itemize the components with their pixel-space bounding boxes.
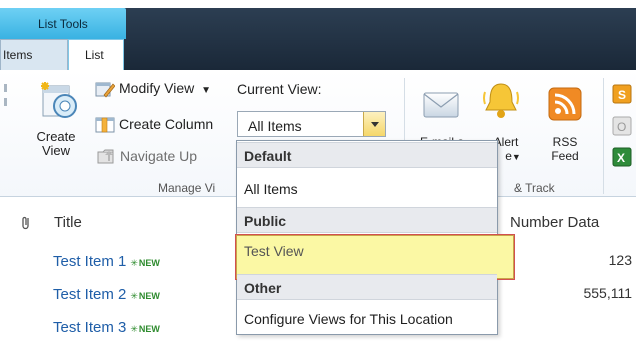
create-column-icon xyxy=(95,116,115,134)
create-column-label: Create Column xyxy=(119,116,214,132)
list-item-title[interactable]: Test Item 3 ✳NEW xyxy=(53,319,160,336)
create-view-icon[interactable] xyxy=(35,80,77,126)
view-option-test-view[interactable]: Test View xyxy=(235,234,515,280)
alert-me-label-line2: e▼ xyxy=(505,149,521,163)
create-view-label: Create View xyxy=(36,129,76,158)
current-view-dropdown: Default All Items Public Test View Other… xyxy=(235,140,515,335)
new-badge-icon: ✳ xyxy=(130,291,138,301)
current-view-value: All Items xyxy=(248,118,302,134)
section-header: Public xyxy=(244,213,287,229)
view-option-label: Test View xyxy=(244,243,304,259)
modify-view-label: Modify View xyxy=(119,80,195,96)
new-badge: NEW xyxy=(138,258,160,268)
rss-feed-button[interactable]: RSS Feed xyxy=(544,135,586,163)
new-badge: NEW xyxy=(138,291,160,301)
navigate-up-icon xyxy=(96,147,116,165)
view-option-label: All Items xyxy=(244,181,298,197)
export-excel-icon[interactable]: X xyxy=(612,147,632,167)
current-view-label: Current View: xyxy=(237,81,322,97)
view-option-configure-views[interactable]: Configure Views for This Location xyxy=(237,303,497,333)
email-link-icon[interactable] xyxy=(421,85,461,123)
view-option-all-items[interactable]: All Items xyxy=(237,173,497,203)
navigate-up-button: Navigate Up xyxy=(120,148,197,164)
context-tab-list-tools: List Tools xyxy=(0,8,126,39)
current-view-select[interactable]: All Items xyxy=(237,111,386,137)
svg-text:O: O xyxy=(617,120,626,134)
dropdown-section-default: Default xyxy=(237,142,497,168)
new-badge-icon: ✳ xyxy=(130,258,138,268)
column-header-number-data[interactable]: Number Data xyxy=(510,214,599,231)
number-cell: 555,111 xyxy=(583,285,632,301)
dropdown-arrow-icon[interactable] xyxy=(363,112,385,136)
navigate-up-label: Navigate Up xyxy=(120,148,198,164)
dropdown-section-public: Public xyxy=(237,207,497,233)
new-badge-icon: ✳ xyxy=(130,324,138,334)
tab-list-label: List xyxy=(85,48,104,62)
rss-feed-icon[interactable] xyxy=(547,86,583,122)
tab-items[interactable]: Items xyxy=(0,39,68,70)
sync-sharepoint-icon[interactable]: S xyxy=(612,84,632,104)
modify-view-icon xyxy=(95,80,116,98)
tab-items-label: Items xyxy=(3,48,33,62)
window-top-strip xyxy=(0,0,636,8)
svg-text:S: S xyxy=(618,88,626,102)
svg-text:X: X xyxy=(617,151,625,165)
new-badge: NEW xyxy=(138,324,160,334)
alert-me-icon[interactable] xyxy=(481,80,521,124)
rss-feed-label-line2: Feed xyxy=(551,149,579,163)
view-option-label: Configure Views for This Location xyxy=(244,311,453,327)
chevron-down-icon: ▼ xyxy=(511,152,521,162)
column-header-title[interactable]: Title xyxy=(54,214,82,231)
section-header: Default xyxy=(244,148,292,164)
list-item-title[interactable]: Test Item 1 ✳NEW xyxy=(53,253,160,270)
tab-list[interactable]: List xyxy=(68,39,124,70)
ribbon-group-collapse-marks xyxy=(0,78,9,118)
modify-view-button[interactable]: Modify View ▼ xyxy=(119,80,211,96)
context-tab-label: List Tools xyxy=(38,17,88,31)
dropdown-section-other: Other xyxy=(237,274,497,300)
manage-views-group-label: Manage Vi xyxy=(158,181,216,195)
group-divider xyxy=(603,78,604,194)
create-column-button[interactable]: Create Column xyxy=(119,116,213,132)
rss-feed-label: RSS xyxy=(552,135,578,149)
share-track-group-label: & Track xyxy=(514,181,555,195)
connect-outlook-icon: O xyxy=(612,116,632,136)
list-item-title[interactable]: Test Item 2 ✳NEW xyxy=(53,286,160,303)
attachment-icon xyxy=(20,215,32,231)
chevron-down-icon: ▼ xyxy=(201,85,212,96)
section-header: Other xyxy=(244,280,282,296)
create-view-button[interactable]: Create View xyxy=(30,130,82,158)
number-cell: 123 xyxy=(608,252,632,268)
